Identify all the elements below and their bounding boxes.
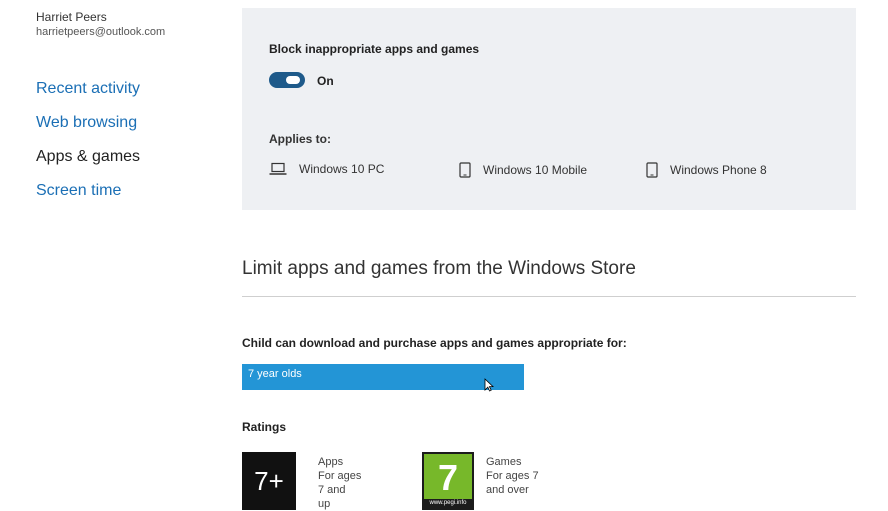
block-settings-card: Block inappropriate apps and games On Ap… — [242, 8, 856, 210]
mouse-pointer-icon — [484, 378, 494, 392]
toggle-state-label: On — [317, 74, 334, 88]
apps-rating-description: Apps For ages 7 and up — [318, 455, 361, 511]
device-windows-10-mobile: Windows 10 Mobile — [459, 162, 587, 178]
apps-rating-badge: 7+ — [242, 452, 296, 510]
toggle-knob — [286, 76, 300, 84]
device-label: Windows Phone 8 — [670, 163, 767, 177]
age-limit-selected-value: 7 year olds — [248, 368, 302, 380]
user-email: harrietpeers@outlook.com — [36, 26, 166, 38]
device-windows-phone-8: Windows Phone 8 — [646, 162, 767, 178]
rating-line: 7 and — [318, 484, 346, 496]
phone-icon — [459, 162, 471, 178]
applies-to-label: Applies to: — [269, 132, 331, 146]
pegi-badge-number: 7 — [437, 457, 459, 498]
limit-section-title: Limit apps and games from the Windows St… — [242, 258, 636, 279]
ratings-label: Ratings — [242, 420, 287, 434]
block-toggle-switch[interactable] — [269, 72, 305, 88]
games-rating-description: Games For ages 7 and over — [486, 455, 539, 497]
rating-line: Apps — [318, 456, 344, 468]
block-setting-title: Block inappropriate apps and games — [269, 42, 480, 56]
age-limit-label: Child can download and purchase apps and… — [242, 336, 627, 350]
sidebar-item-apps-games[interactable]: Apps & games — [36, 148, 140, 166]
rating-line: up — [318, 498, 331, 510]
user-name: Harriet Peers — [36, 10, 107, 24]
sidebar: Harriet Peers harrietpeers@outlook.com R… — [0, 0, 230, 510]
pegi-badge-footer: www.pegi.info — [424, 499, 472, 508]
age-limit-dropdown[interactable]: 7 year olds — [242, 364, 524, 390]
rating-line: For ages — [318, 470, 362, 482]
sidebar-item-recent-activity[interactable]: Recent activity — [36, 80, 140, 98]
laptop-icon — [269, 162, 287, 175]
device-windows-10-pc: Windows 10 PC — [269, 162, 384, 176]
device-label: Windows 10 PC — [299, 162, 385, 176]
rating-line: Games — [486, 456, 522, 468]
section-divider — [242, 296, 856, 297]
device-label: Windows 10 Mobile — [483, 163, 588, 177]
rating-line: For ages 7 — [486, 470, 539, 482]
rating-line: and over — [486, 484, 529, 496]
sidebar-item-screen-time[interactable]: Screen time — [36, 182, 121, 200]
sidebar-item-web-browsing[interactable]: Web browsing — [36, 114, 137, 132]
games-pegi-rating-badge: 7 www.pegi.info — [422, 452, 474, 510]
phone-icon — [646, 162, 658, 178]
